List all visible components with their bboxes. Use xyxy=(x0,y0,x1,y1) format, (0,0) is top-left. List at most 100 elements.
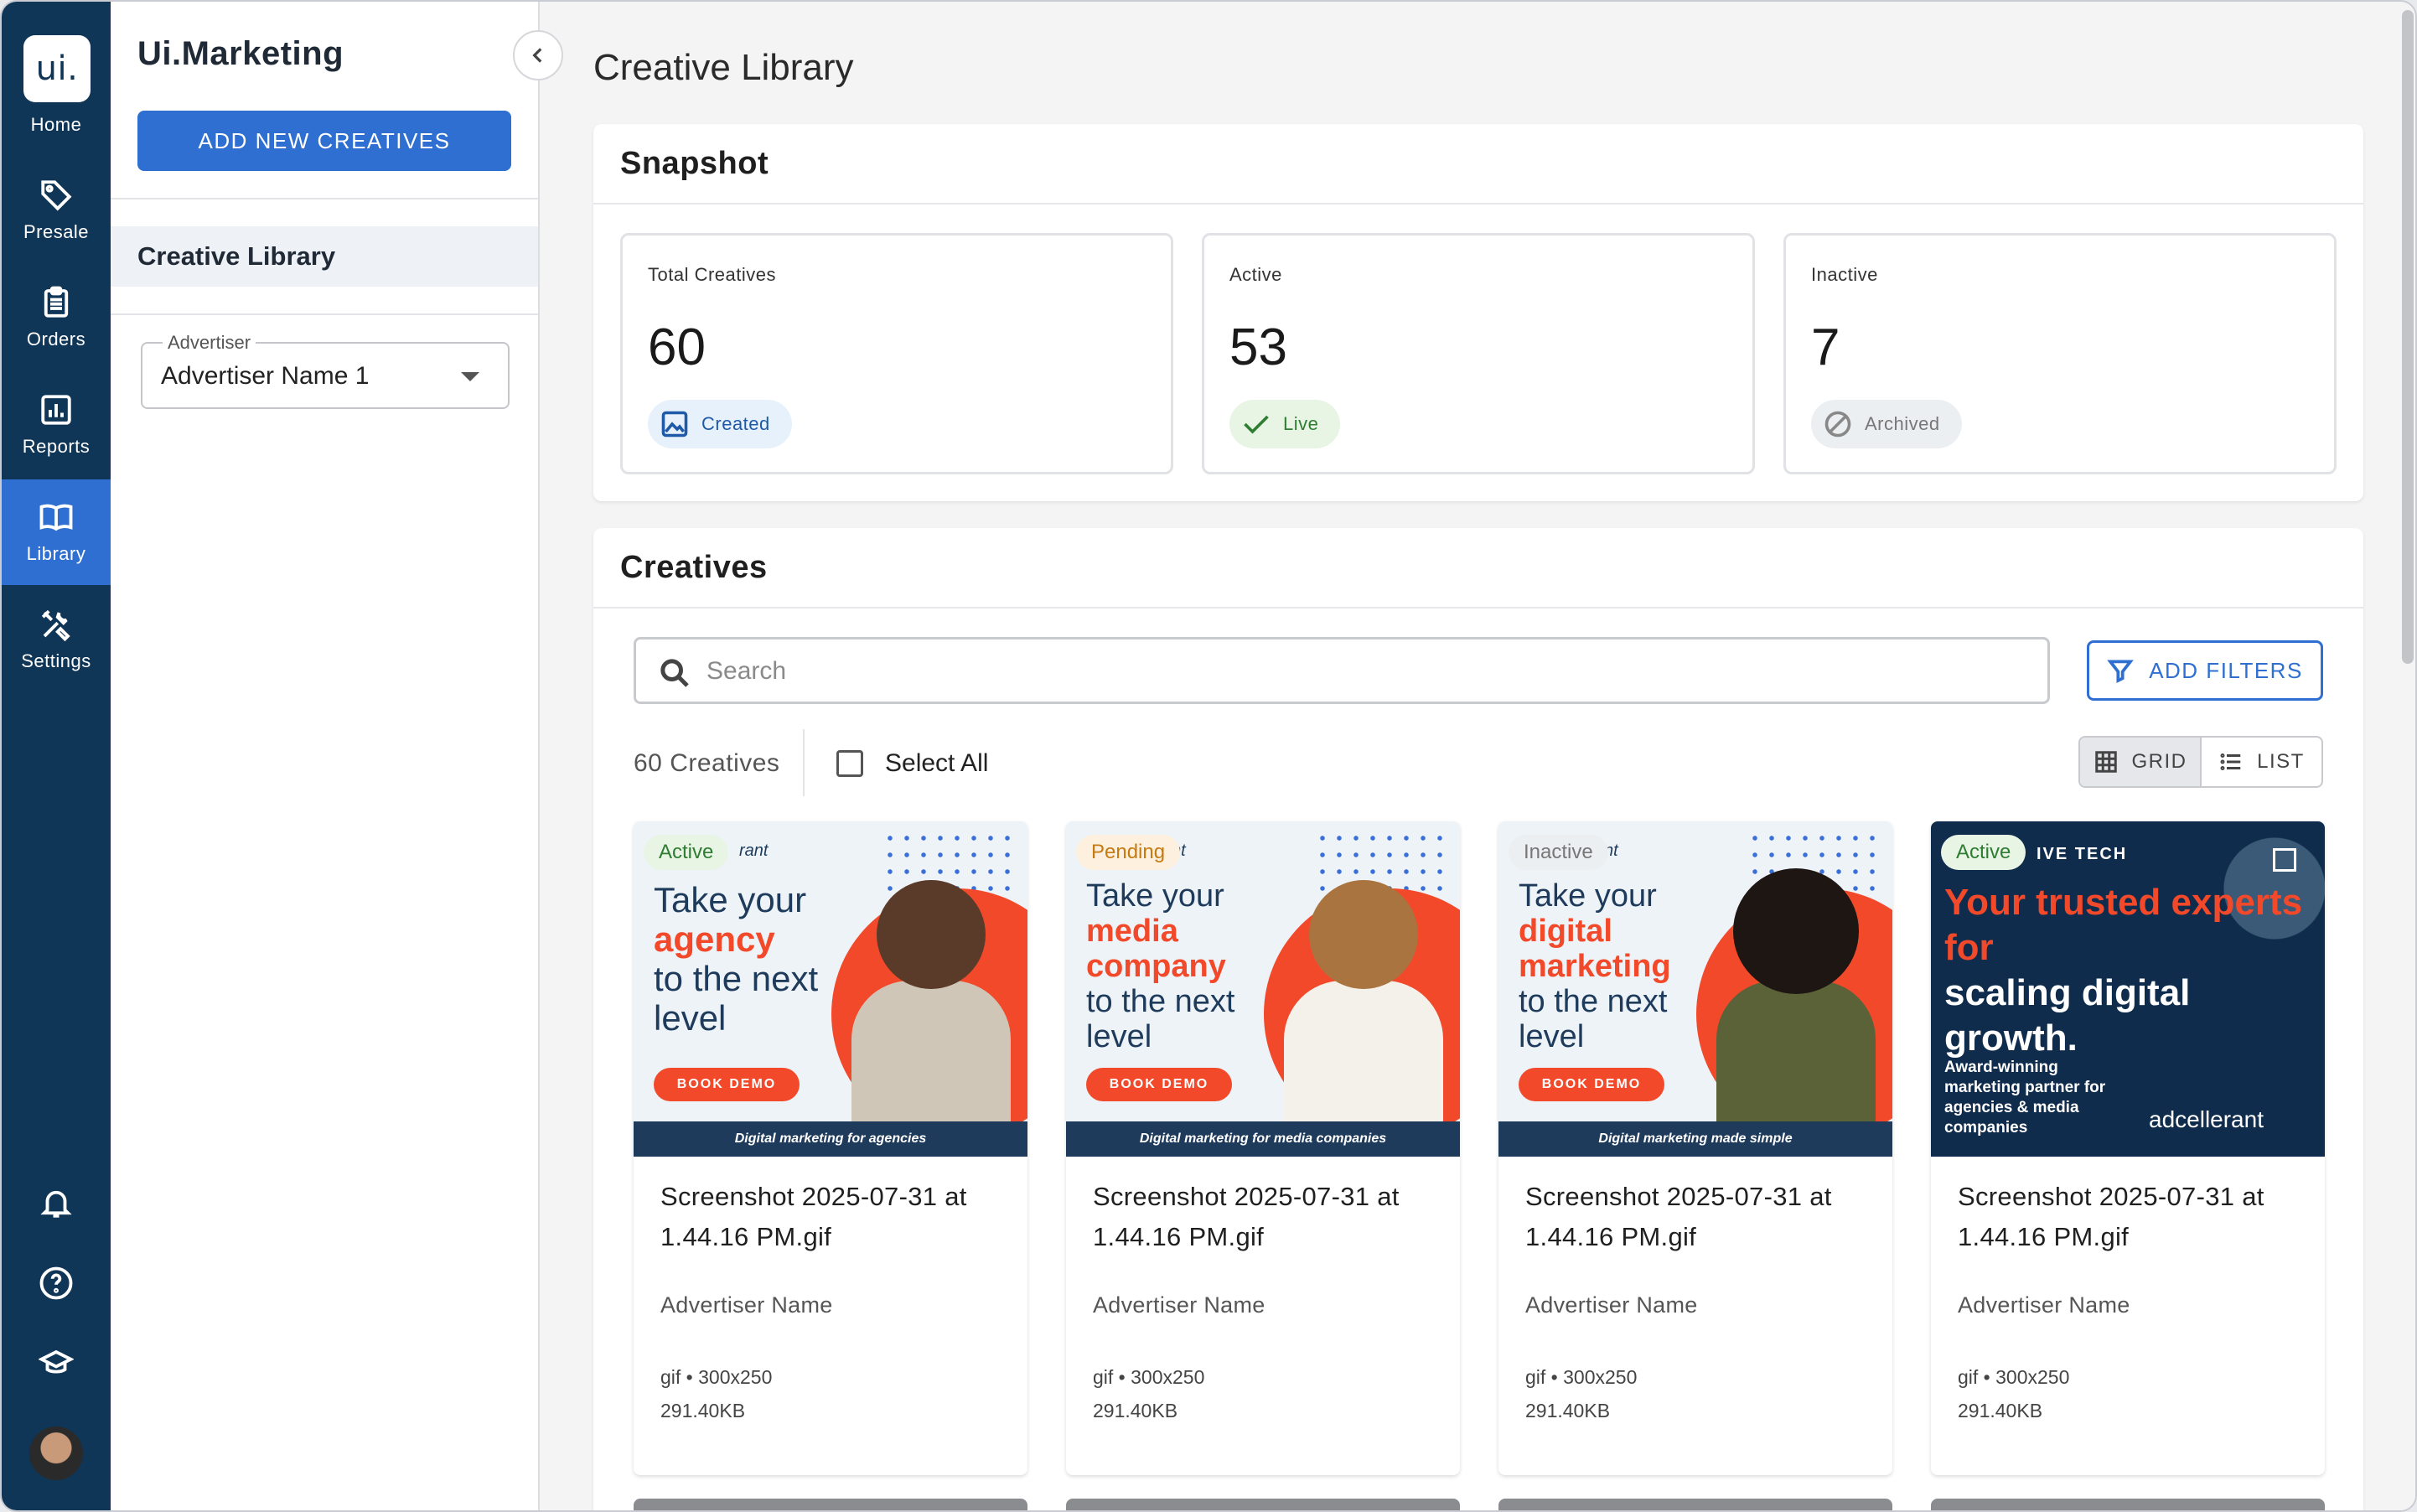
advertiser-select[interactable]: Advertiser Advertiser Name 1 xyxy=(141,332,510,409)
select-all[interactable]: Select All xyxy=(836,749,988,778)
thumbnail-headline: Take your digital marketing to the next le… xyxy=(1519,878,1671,1054)
creative-meta: gif • 300x250 xyxy=(1958,1366,2070,1388)
creative-card-next-row[interactable] xyxy=(634,1499,1027,1510)
status-chip-live: Live xyxy=(1229,400,1341,448)
thumbnail-footer: Digital marketing made simple xyxy=(1498,1121,1892,1157)
nav-label: Orders xyxy=(26,329,86,350)
nav-item-settings[interactable]: Settings xyxy=(2,587,111,692)
nav-item-library[interactable]: Library xyxy=(2,479,111,585)
creative-card[interactable]: nt Take yourmedia companyto the next lev… xyxy=(1066,821,1460,1475)
bell-icon xyxy=(40,1190,72,1218)
creatives-card: Creatives ADD FILTERS 60 Creatives Selec… xyxy=(593,528,2363,1510)
page-title: Creative Library xyxy=(593,47,854,88)
primary-nav: ui. Home Presale Orders Reports Library … xyxy=(2,2,111,1510)
search-input[interactable] xyxy=(706,650,2031,693)
sidebar-panel: Ui.Marketing ADD NEW CREATIVES Creative … xyxy=(111,2,540,1510)
creative-advertiser: Advertiser Name xyxy=(1525,1292,1698,1318)
thumbnail-person xyxy=(1284,981,1443,1140)
notifications-button[interactable] xyxy=(2,1185,111,1220)
collapse-sidebar-button[interactable] xyxy=(513,30,563,80)
thumbnail-logo: adcellerant xyxy=(2149,1106,2264,1132)
view-list-label: LIST xyxy=(2257,750,2305,773)
thumbnail-person xyxy=(851,981,1011,1140)
status-chip-created: Created xyxy=(648,400,792,448)
creative-name: Screenshot 2025-07-31 at 1.44.16 PM.gif xyxy=(1525,1182,1832,1251)
stat-total-creatives: Total Creatives 60 Created xyxy=(620,233,1173,474)
thumbnail-tagline: Award-winning marketing partner for agen… xyxy=(1944,1059,2106,1137)
status-badge: Inactive xyxy=(1509,835,1608,870)
add-new-creatives-button[interactable]: ADD NEW CREATIVES xyxy=(137,111,511,171)
nav-item-presale[interactable]: Presale xyxy=(2,158,111,263)
creative-card-next-row[interactable] xyxy=(1498,1499,1892,1510)
creative-size: 291.40KB xyxy=(660,1400,746,1421)
thumbnail-footer: Digital marketing for media companies xyxy=(1066,1121,1460,1157)
search-icon xyxy=(660,659,689,687)
view-grid-button[interactable]: GRID xyxy=(2080,738,2202,786)
view-list-button[interactable]: LIST xyxy=(2202,738,2321,786)
thumbnail-cta: BOOK DEMO xyxy=(1086,1068,1232,1101)
creative-card[interactable]: IVE TECH Your trusted experts for scalin… xyxy=(1931,821,2325,1475)
status-chip-archived: Archived xyxy=(1811,400,1962,448)
thumbnail-person-head xyxy=(877,880,986,989)
stat-value: 53 xyxy=(1229,318,1287,376)
select-all-label: Select All xyxy=(885,749,989,777)
clipboard-icon xyxy=(44,286,69,318)
thumbnail-cta: BOOK DEMO xyxy=(1519,1068,1664,1101)
help-icon xyxy=(39,1266,73,1300)
thumbnail-brand: rant xyxy=(739,841,769,860)
stat-active: Active 53 Live xyxy=(1202,233,1755,474)
add-filters-button[interactable]: ADD FILTERS xyxy=(2087,640,2323,701)
search-box xyxy=(634,637,2050,704)
thumbnail-headline: Take your agency to the next level xyxy=(654,880,819,1038)
sidebar-item-creative-library[interactable]: Creative Library xyxy=(111,226,538,287)
creative-card-next-row[interactable] xyxy=(1931,1499,2325,1510)
creative-size: 291.40KB xyxy=(1958,1400,2043,1421)
tools-icon xyxy=(41,609,70,642)
creative-card-next-row[interactable] xyxy=(1066,1499,1460,1510)
status-badge: Active xyxy=(1941,835,2026,870)
stat-label: Inactive xyxy=(1811,264,1878,285)
book-icon xyxy=(39,504,73,531)
avatar[interactable] xyxy=(29,1427,83,1480)
button-label: ADD FILTERS xyxy=(2149,657,2303,683)
chevron-left-icon xyxy=(532,48,542,63)
nav-item-reports[interactable]: Reports xyxy=(2,372,111,478)
check-icon xyxy=(1244,415,1269,434)
thumbnail-person xyxy=(1716,981,1876,1140)
image-icon xyxy=(661,411,688,438)
creative-size: 291.40KB xyxy=(1093,1400,1178,1421)
caret-down-icon xyxy=(461,372,479,381)
creative-advertiser: Advertiser Name xyxy=(1958,1292,2130,1318)
creative-name: Screenshot 2025-07-31 at 1.44.16 PM.gif xyxy=(1093,1182,1400,1251)
creative-thumbnail: nt Take yourmedia companyto the next lev… xyxy=(1066,821,1460,1157)
stat-value: 7 xyxy=(1811,318,1840,376)
nav-item-orders[interactable]: Orders xyxy=(2,265,111,370)
creative-card[interactable]: nt Take your digital marketing to the next… xyxy=(1498,821,1892,1475)
training-button[interactable] xyxy=(2,1346,111,1381)
nav-label: Home xyxy=(30,114,82,135)
creative-card[interactable]: rant Take your agency to the next level BO… xyxy=(634,821,1027,1475)
scrollbar-thumb[interactable] xyxy=(2402,10,2414,664)
nav-item-home[interactable]: ui. Home xyxy=(2,22,111,148)
thumbnail-footer: Digital marketing for agencies xyxy=(634,1121,1027,1157)
stat-label: Total Creatives xyxy=(648,264,777,285)
thumbnail-person-head xyxy=(1733,868,1859,994)
nav-label: Reports xyxy=(22,436,91,457)
filter-icon xyxy=(2107,660,2135,684)
divider xyxy=(803,729,805,796)
creative-meta: gif • 300x250 xyxy=(1093,1366,1205,1388)
view-grid-label: GRID xyxy=(2131,750,2187,773)
creative-meta: gif • 300x250 xyxy=(660,1366,773,1388)
status-badge: Active xyxy=(644,835,729,870)
brand-title: Ui.Marketing xyxy=(137,35,344,72)
select-all-checkbox[interactable] xyxy=(836,750,863,777)
advertiser-label: Advertiser xyxy=(163,332,256,354)
stat-value: 60 xyxy=(648,318,706,376)
grid-icon xyxy=(2094,751,2117,773)
stat-label: Active xyxy=(1229,264,1282,285)
thumbnail-headline: Your trusted experts for scaling digital… xyxy=(1944,882,2303,1059)
help-button[interactable] xyxy=(2,1266,111,1301)
creative-meta: gif • 300x250 xyxy=(1525,1366,1638,1388)
creative-name: Screenshot 2025-07-31 at 1.44.16 PM.gif xyxy=(1958,1182,2264,1251)
creatives-title: Creatives xyxy=(593,528,2363,608)
